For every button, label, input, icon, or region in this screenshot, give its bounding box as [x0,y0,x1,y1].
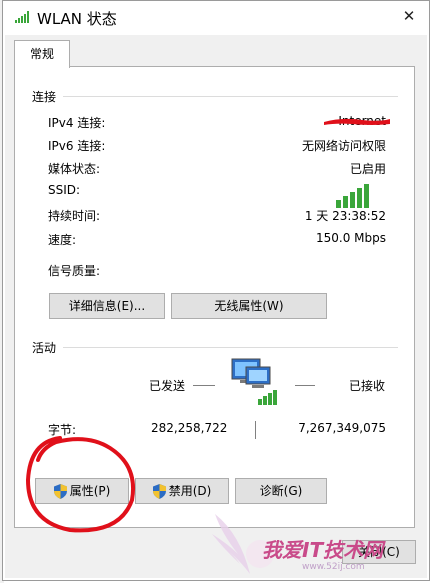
speed-value: 150.0 Mbps [315,231,386,245]
tab-general[interactable]: 常规 [14,40,70,68]
media-state-value: 已启用 [349,162,386,176]
details-button[interactable]: 详细信息(E)... [49,293,165,319]
connection-group-label: 连接 [32,90,57,104]
watermark-url: www.52ij.com [302,562,365,572]
bytes-received-value: 7,267,349,075 [298,421,386,435]
title-bar[interactable]: WLAN 状态 ✕ [3,1,429,33]
duration-value: 1 天 23:38:52 [304,209,386,223]
speed-label: 速度: [48,233,77,247]
diagnose-button[interactable]: 诊断(G) [235,478,327,504]
activity-group-label: 活动 [32,341,57,355]
duration-label: 持续时间: [48,209,101,223]
annotation-circle [25,436,135,533]
received-line [295,385,315,386]
ipv6-value: 无网络访问权限 [301,139,386,153]
activity-divider [63,347,398,348]
window-title: WLAN 状态 [37,10,117,28]
wireless-properties-button[interactable]: 无线属性(W) [171,293,327,319]
connection-divider [63,96,398,97]
disable-button[interactable]: 禁用(D) [135,478,229,504]
watermark-text: 我爱IT技术网 [262,538,384,562]
disable-button-label: 禁用(D) [168,484,212,498]
ssid-redaction-mark [324,118,390,125]
signal-strength-icon [336,184,369,208]
media-state-label: 媒体状态: [48,162,101,176]
wifi-signal-icon [15,11,29,23]
ssid-label: SSID: [48,183,81,197]
watermark: 我爱IT技术网 www.52ij.com [210,504,432,582]
uac-shield-icon [152,484,166,499]
ipv4-label: IPv4 连接: [48,116,106,130]
network-computers-icon [231,358,277,405]
ipv6-label: IPv6 连接: [48,139,106,153]
sent-label: 已发送 [149,379,186,393]
bytes-divider [255,421,256,439]
close-icon[interactable]: ✕ [397,5,421,27]
signal-quality-label: 信号质量: [48,264,101,278]
bytes-sent-value: 282,258,722 [151,421,228,435]
received-label: 已接收 [349,379,386,393]
sent-line [193,385,215,386]
